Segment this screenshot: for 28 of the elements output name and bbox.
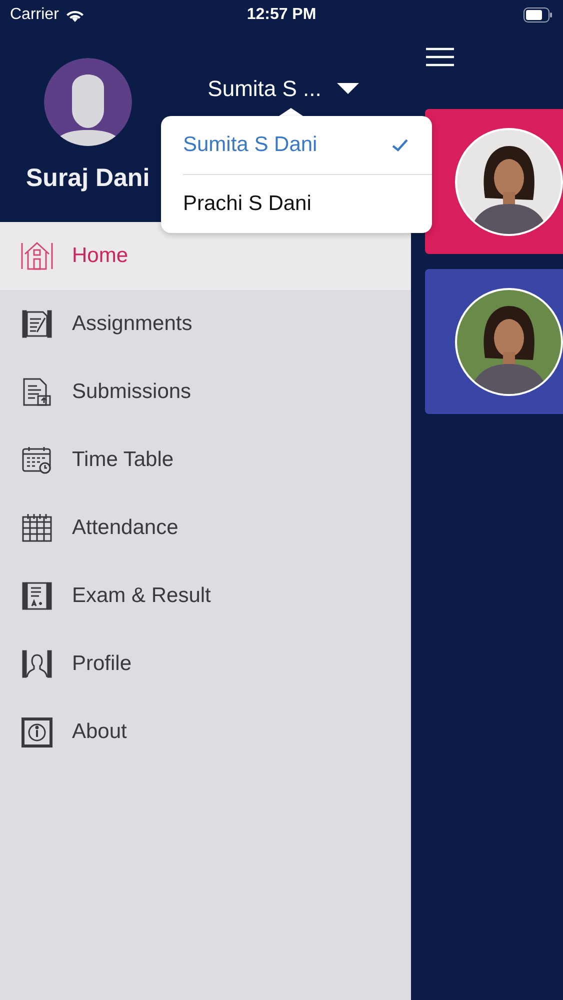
battery-icon	[523, 7, 553, 23]
student-card[interactable]	[425, 109, 563, 254]
caret-icon	[337, 83, 360, 95]
menu-item[interactable]: Attendance	[0, 494, 411, 562]
book-icon	[21, 580, 53, 612]
avatar-icon	[44, 58, 132, 146]
menu-item[interactable]: Submissions	[0, 358, 411, 426]
document-upload-icon	[21, 376, 53, 408]
menu-item[interactable]: Home	[0, 222, 411, 290]
calendar-grid-icon	[21, 512, 53, 544]
menu-item[interactable]: Profile	[0, 630, 411, 698]
info-icon	[21, 716, 53, 748]
menu-item[interactable]: Exam & Result	[0, 562, 411, 630]
person-icon	[21, 648, 53, 680]
menu-item[interactable]: Time Table	[0, 426, 411, 494]
student-card[interactable]	[425, 269, 563, 414]
student-dropdown[interactable]: Sumita S ...	[208, 74, 360, 104]
house-icon	[21, 240, 53, 272]
dropdown-option[interactable]: Sumita S Dani	[183, 116, 432, 175]
user-name: Suraj Dani	[26, 164, 150, 193]
checkmark-icon	[392, 138, 408, 152]
notepad-pencil-icon	[21, 308, 53, 340]
menu-item[interactable]: About	[0, 698, 411, 766]
carrier-label: Carrier	[10, 6, 59, 24]
menu-icon[interactable]	[425, 47, 455, 67]
clock-time: 12:57 PM	[246, 6, 316, 24]
calendar-clock-icon	[21, 444, 53, 476]
menu-item[interactable]: Assignments	[0, 290, 411, 358]
